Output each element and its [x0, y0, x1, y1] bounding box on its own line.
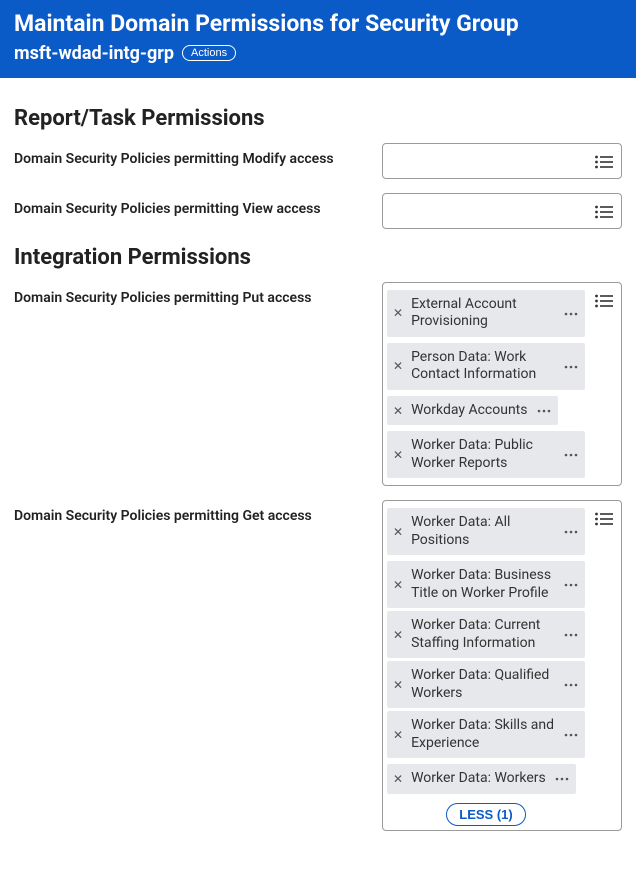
selected-chip: ✕External Account Provisioning: [387, 290, 585, 337]
related-actions-icon[interactable]: [557, 627, 585, 643]
related-actions-icon[interactable]: [557, 358, 585, 374]
page-header: Maintain Domain Permissions for Security…: [0, 0, 636, 78]
page-title: Maintain Domain Permissions for Security…: [14, 10, 622, 39]
remove-chip-icon[interactable]: ✕: [387, 442, 409, 468]
less-button[interactable]: LESS (1): [446, 803, 525, 826]
chip-label: Worker Data: Public Worker Reports: [409, 431, 557, 478]
related-actions-icon[interactable]: [557, 577, 585, 593]
section-title-report-task: Report/Task Permissions: [14, 106, 622, 131]
put-access-input[interactable]: ✕External Account Provisioning✕Person Da…: [382, 282, 622, 487]
selected-chip: ✕Worker Data: Qualified Workers: [387, 661, 585, 708]
chip-label: Worker Data: Business Title on Worker Pr…: [409, 561, 557, 608]
section-title-integration: Integration Permissions: [14, 245, 622, 270]
remove-chip-icon[interactable]: ✕: [387, 672, 409, 698]
field-put-access: Domain Security Policies permitting Put …: [14, 282, 622, 487]
chip-label: Worker Data: All Positions: [409, 508, 557, 555]
selected-chip: ✕Worker Data: Skills and Experience: [387, 711, 585, 758]
remove-chip-icon[interactable]: ✕: [387, 300, 409, 326]
remove-chip-icon[interactable]: ✕: [387, 622, 409, 648]
chip-label: Worker Data: Workers: [409, 764, 548, 794]
chip-label: External Account Provisioning: [409, 290, 557, 337]
chip-label: Worker Data: Current Staffing Informatio…: [409, 611, 557, 658]
field-modify-access: Domain Security Policies permitting Modi…: [14, 143, 622, 179]
selected-chip: ✕Person Data: Work Contact Information: [387, 343, 585, 390]
prompt-list-icon[interactable]: [595, 204, 613, 223]
related-actions-icon[interactable]: [530, 403, 558, 419]
chip-label: Worker Data: Skills and Experience: [409, 711, 557, 758]
selected-chip: ✕Workday Accounts: [387, 396, 558, 426]
related-actions-icon[interactable]: [557, 677, 585, 693]
get-access-input[interactable]: ✕Worker Data: All Positions✕Worker Data:…: [382, 500, 622, 831]
prompt-list-icon[interactable]: [595, 154, 613, 173]
remove-chip-icon[interactable]: ✕: [387, 722, 409, 748]
remove-chip-icon[interactable]: ✕: [387, 766, 409, 792]
view-access-input[interactable]: [382, 193, 622, 229]
chip-label: Workday Accounts: [409, 396, 529, 426]
remove-chip-icon[interactable]: ✕: [387, 353, 409, 379]
chip-label: Person Data: Work Contact Information: [409, 343, 557, 390]
selected-chip: ✕Worker Data: All Positions: [387, 508, 585, 555]
remove-chip-icon[interactable]: ✕: [387, 572, 409, 598]
actions-button[interactable]: Actions: [182, 45, 236, 61]
prompt-list-icon[interactable]: [595, 293, 613, 312]
related-actions-icon[interactable]: [557, 524, 585, 540]
get-access-label: Domain Security Policies permitting Get …: [14, 500, 382, 524]
remove-chip-icon[interactable]: ✕: [387, 398, 409, 424]
related-actions-icon[interactable]: [548, 771, 576, 787]
selected-chip: ✕Worker Data: Workers: [387, 764, 576, 794]
page-content: Report/Task Permissions Domain Security …: [0, 78, 636, 869]
modify-access-label: Domain Security Policies permitting Modi…: [14, 143, 382, 167]
prompt-list-icon[interactable]: [595, 511, 613, 530]
modify-access-input[interactable]: [382, 143, 622, 179]
related-actions-icon[interactable]: [557, 727, 585, 743]
related-actions-icon[interactable]: [557, 305, 585, 321]
related-actions-icon[interactable]: [557, 447, 585, 463]
view-access-label: Domain Security Policies permitting View…: [14, 193, 382, 217]
selected-chip: ✕Worker Data: Business Title on Worker P…: [387, 561, 585, 608]
selected-chip: ✕Worker Data: Public Worker Reports: [387, 431, 585, 478]
chip-label: Worker Data: Qualified Workers: [409, 661, 557, 708]
field-view-access: Domain Security Policies permitting View…: [14, 193, 622, 229]
selected-chip: ✕Worker Data: Current Staffing Informati…: [387, 611, 585, 658]
field-get-access: Domain Security Policies permitting Get …: [14, 500, 622, 831]
remove-chip-icon[interactable]: ✕: [387, 519, 409, 545]
put-access-label: Domain Security Policies permitting Put …: [14, 282, 382, 306]
actions-label: Actions: [191, 47, 227, 59]
group-name: msft-wdad-intg-grp: [14, 43, 174, 64]
